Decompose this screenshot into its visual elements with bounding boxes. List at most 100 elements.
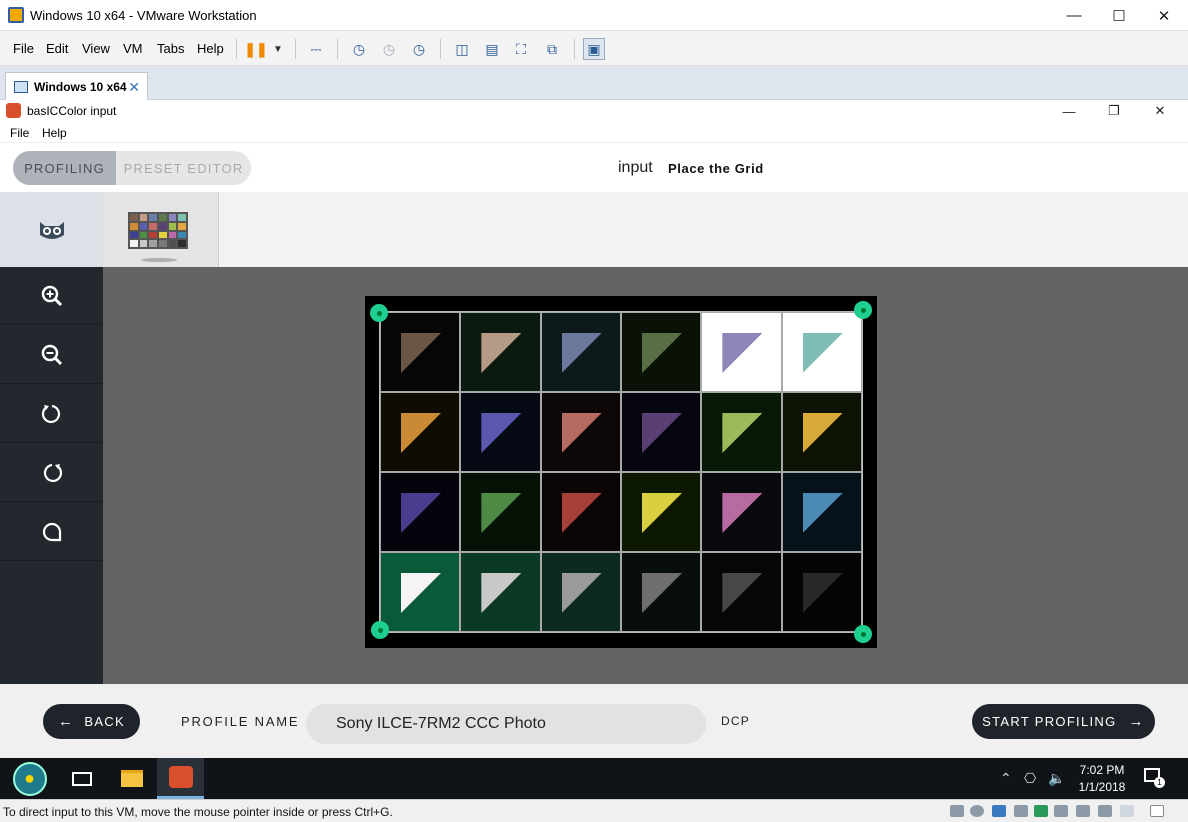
tab-windows-10[interactable]: Windows 10 x64 ✕ (5, 72, 148, 100)
notification-center-button[interactable]: 1 (1144, 768, 1165, 788)
color-patch (380, 552, 461, 632)
patch-sample-swatch (802, 333, 843, 373)
snapshot-icon[interactable]: ◷ (348, 38, 370, 60)
app-menu-help[interactable]: Help (42, 126, 67, 140)
toolbar-separator (295, 39, 296, 59)
patch-sample-swatch (722, 573, 763, 613)
clock-time: 7:02 PM (1079, 763, 1125, 777)
show-library-icon[interactable]: ◫ (451, 38, 473, 60)
mode-toggle: PROFILING PRESET EDITOR (13, 151, 251, 185)
display-icon[interactable] (1076, 805, 1090, 817)
owl-icon (39, 221, 64, 239)
menu-help[interactable]: Help (197, 41, 224, 56)
notes-icon[interactable] (1150, 805, 1164, 817)
zoom-out-icon (41, 344, 62, 365)
hard-disk-icon[interactable] (950, 805, 964, 817)
profile-name-input[interactable] (306, 704, 706, 744)
taskbar-clock[interactable]: 7:02 PM 1/1/2018 (1072, 762, 1132, 796)
start-profiling-label: START PROFILING (982, 714, 1117, 729)
vm-titlebar: Windows 10 x64 - VMware Workstation — ☐ … (0, 0, 1188, 31)
taskbar-basiccolor-button[interactable] (157, 758, 204, 799)
color-patch (460, 392, 541, 472)
app-titlebar: basICColor input — ❐ ✕ (0, 100, 1188, 122)
toolbar-separator (236, 39, 237, 59)
patch-sample-swatch (401, 413, 441, 453)
tab-profiling[interactable]: PROFILING (13, 151, 116, 185)
revert-snapshot-icon[interactable]: ◷ (378, 38, 400, 60)
tool-sidebar (0, 267, 103, 684)
colorchecker-thumbnail-icon (128, 212, 188, 249)
menu-view[interactable]: View (82, 41, 110, 56)
app-restore-button[interactable]: ❐ (1091, 100, 1137, 122)
usb-icon[interactable] (1034, 805, 1048, 817)
color-patch (701, 392, 782, 472)
app-window-title: basICColor input (27, 104, 117, 118)
step-owl-tab[interactable] (0, 192, 103, 267)
maximize-button[interactable]: ☐ (1096, 0, 1142, 31)
rotate-left-button[interactable] (0, 385, 103, 443)
chevron-down-icon[interactable]: ▼ (267, 38, 289, 60)
printer-icon[interactable] (1014, 805, 1028, 817)
patch-sample-swatch (642, 333, 682, 373)
cd-drive-icon[interactable] (970, 805, 984, 817)
message-log-icon[interactable] (1120, 805, 1134, 817)
patch-grid[interactable] (379, 311, 863, 633)
network-adapter-icon[interactable] (992, 805, 1006, 817)
grid-handle-top-right[interactable] (854, 301, 872, 319)
menu-file[interactable]: File (13, 41, 34, 56)
patch-sample-swatch (481, 573, 522, 613)
chart-photo[interactable] (365, 296, 877, 648)
zoom-out-button[interactable] (0, 326, 103, 384)
patch-sample-swatch (802, 493, 843, 533)
network-icon[interactable]: ⎔ (1024, 770, 1036, 787)
vm-tabbar: Windows 10 x64 ✕ (0, 66, 1188, 100)
reset-rotation-icon (42, 522, 61, 541)
snapshot-manager-icon[interactable]: ◷ (408, 38, 430, 60)
minimize-button[interactable]: — (1051, 0, 1097, 31)
reset-rotation-button[interactable] (0, 503, 103, 561)
file-explorer-button[interactable] (108, 758, 155, 799)
menu-vm[interactable]: VM (123, 41, 143, 56)
full-screen-icon[interactable]: ⛶ (510, 38, 532, 60)
thumbnail-bar-icon[interactable]: ▤ (481, 38, 503, 60)
vm-window-title: Windows 10 x64 - VMware Workstation (30, 8, 257, 23)
task-view-button[interactable] (58, 758, 105, 799)
color-patch (781, 552, 862, 632)
pause-icon[interactable]: ❚❚ (244, 38, 267, 60)
rotate-right-icon (43, 463, 62, 482)
rotate-left-icon (41, 404, 60, 423)
rotate-right-button[interactable] (0, 444, 103, 502)
send-ctrl-alt-del-icon[interactable]: ⎓ (305, 38, 327, 60)
grid-handle-top-left[interactable] (370, 304, 388, 322)
volume-icon[interactable]: 🔈 (1048, 770, 1065, 787)
grid-handle-bottom-left[interactable] (371, 621, 389, 639)
console-view-icon[interactable]: ▣ (583, 38, 605, 60)
tray-chevron-up-icon[interactable]: ⌃ (1000, 770, 1012, 787)
close-button[interactable]: ✕ (1141, 0, 1187, 31)
format-label: DCP (721, 714, 750, 728)
step-tabs (0, 192, 1188, 267)
close-tab-icon[interactable]: ✕ (128, 79, 140, 96)
color-patch (701, 312, 782, 392)
zoom-in-button[interactable] (0, 267, 103, 325)
app-menubar: File Help (0, 122, 1188, 142)
start-profiling-button[interactable]: START PROFILING → (972, 704, 1155, 739)
app-header: PROFILING PRESET EDITOR input Place the … (0, 142, 1188, 192)
color-patch (380, 312, 461, 392)
grid-handle-bottom-right[interactable] (854, 625, 872, 643)
unity-icon[interactable]: ⧉ (541, 38, 563, 60)
app-close-button[interactable]: ✕ (1137, 100, 1183, 122)
start-button[interactable]: ● (6, 758, 53, 799)
back-button[interactable]: ← BACK (43, 704, 140, 739)
vm-menubar: File Edit View VM Tabs Help ❚❚ ▼ ⎓ ◷ ◷ ◷… (0, 31, 1188, 66)
app-menu-file[interactable]: File (10, 126, 29, 140)
canvas-area[interactable] (103, 267, 1188, 684)
menu-tabs[interactable]: Tabs (157, 41, 184, 56)
step-chart-tab[interactable] (103, 192, 219, 267)
clock-date: 1/1/2018 (1078, 780, 1126, 794)
usb-device-icon[interactable] (1098, 805, 1112, 817)
menu-edit[interactable]: Edit (46, 41, 68, 56)
app-minimize-button[interactable]: — (1046, 100, 1092, 122)
tab-preset-editor[interactable]: PRESET EDITOR (116, 151, 251, 185)
sound-card-icon[interactable] (1054, 805, 1068, 817)
